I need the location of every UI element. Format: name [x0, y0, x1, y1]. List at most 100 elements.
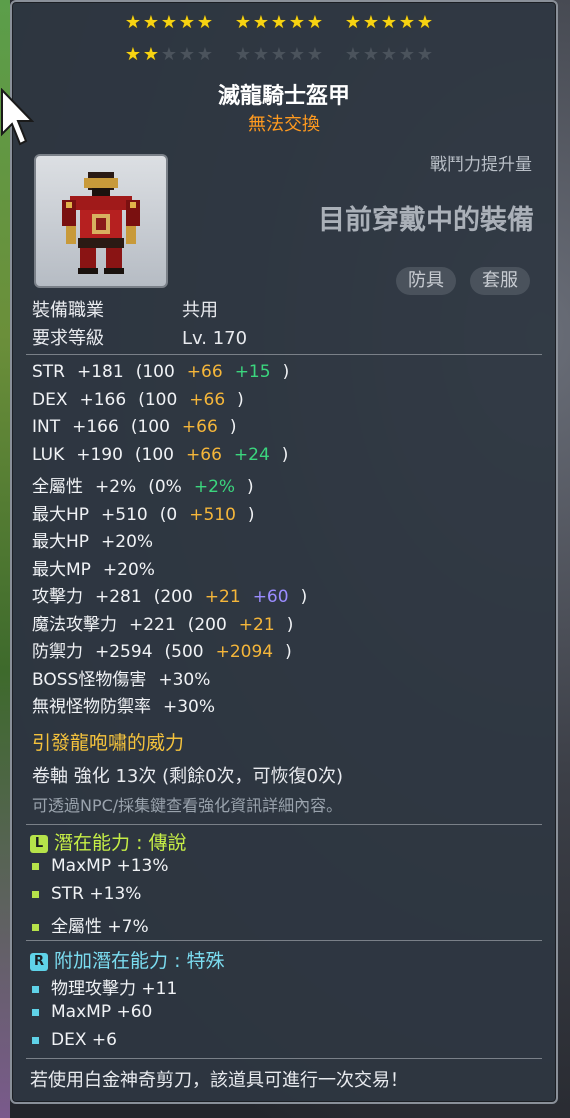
additional-grade: 特殊 [186, 950, 225, 972]
additional-potential-text: MaxMP +60 [51, 1002, 153, 1022]
star-group: ★ ★ ★ ★ ★ [344, 14, 434, 32]
stat-base: (200 [153, 587, 193, 607]
star-empty-icon: ★ [380, 44, 398, 65]
stat-total: +166 [79, 389, 127, 410]
stat-flame-bonus: +2094 [215, 642, 274, 662]
stat-row: INT +166 (100 +66) [32, 417, 236, 437]
star-group: ★ ★ ★ ★ ★ [124, 46, 214, 64]
star-empty-icon: ★ [178, 44, 196, 65]
additional-sep: : [174, 950, 181, 972]
stat-close: ) [300, 587, 308, 607]
stat-flame-bonus: +21 [238, 614, 275, 635]
combat-power-label: 戰鬥力提升量 [430, 155, 532, 175]
stat-base: (200 [187, 614, 227, 635]
divider [26, 940, 542, 941]
star-empty-icon: ★ [288, 44, 306, 65]
mouse-cursor-icon [1, 88, 34, 146]
stat-row: STR +181 (100 +66 +15) [32, 362, 289, 382]
scroll-hint: 可透過NPC/採集鍵查看強化資訊詳細內容。 [32, 796, 343, 815]
stat-name: LUK [32, 444, 65, 465]
stat-flame-bonus: +510 [189, 504, 236, 525]
star-filled-icon: ★ [416, 12, 434, 33]
stat-star-bonus: +2% [193, 477, 236, 497]
stat-total: +510 [101, 504, 148, 525]
game-background-edge [0, 0, 10, 1118]
stat-name: STR [32, 362, 65, 382]
stat-flame-bonus: +66 [186, 444, 222, 465]
additional-potential-line: MaxMP +60 [32, 1002, 152, 1022]
stat-row: BOSS怪物傷害 +30% [32, 665, 222, 690]
stat-total: +30% [163, 697, 216, 717]
job-label: 裝備職業 [32, 300, 104, 321]
bullet-icon [32, 890, 39, 898]
star-empty-icon: ★ [306, 44, 324, 65]
star-empty-icon: ★ [270, 44, 288, 65]
stat-name: 最大HP [32, 504, 90, 525]
stat-name: 最大MP [32, 559, 91, 580]
star-group: ★ ★ ★ ★ ★ [234, 14, 324, 32]
scissors-notice: 若使用白金神奇剪刀，該道具可進行一次交易！ [30, 1070, 408, 1091]
star-filled-icon: ★ [124, 12, 142, 33]
star-filled-icon: ★ [124, 44, 142, 65]
stat-name: 無視怪物防禦率 [32, 697, 151, 717]
star-empty-icon: ★ [362, 44, 380, 65]
star-empty-icon: ★ [416, 44, 434, 65]
stat-close: ) [247, 504, 255, 525]
star-filled-icon: ★ [344, 12, 362, 33]
stat-flame-bonus: +66 [186, 362, 223, 382]
stat-name: DEX [32, 389, 68, 410]
star-filled-icon: ★ [234, 12, 252, 33]
additional-title: 附加潛在能力 [54, 950, 169, 972]
stat-name: BOSS怪物傷害 [32, 669, 147, 690]
stat-name: 全屬性 [32, 477, 83, 497]
stat-total: +20% [101, 532, 154, 552]
stat-flame-bonus: +66 [189, 389, 226, 410]
starforce-row-1: ★ ★ ★ ★ ★ ★ ★ ★ ★ ★ ★ ★ ★ ★ ★ [124, 14, 434, 32]
additional-potential-header: R 附加潛在能力 : 特殊 [30, 946, 225, 973]
tag-set: 套服 [470, 267, 530, 295]
stat-total: +190 [76, 444, 123, 465]
stat-flame-bonus: +66 [181, 417, 218, 437]
bullet-icon [32, 862, 39, 870]
bullet-icon [32, 1008, 39, 1016]
trade-restriction: 無法交換 [248, 114, 320, 135]
star-filled-icon: ★ [252, 12, 270, 33]
item-icon [34, 154, 168, 288]
starforce-row-2: ★ ★ ★ ★ ★ ★ ★ ★ ★ ★ ★ ★ ★ ★ ★ [124, 46, 434, 64]
star-filled-icon: ★ [362, 12, 380, 33]
equipped-label: 目前穿戴中的裝備 [318, 205, 534, 236]
divider [26, 354, 542, 355]
star-filled-icon: ★ [160, 12, 178, 33]
star-filled-icon: ★ [306, 12, 324, 33]
additional-potential-text: 物理攻擊力 +11 [51, 979, 178, 999]
potential-sep: : [136, 832, 143, 854]
potential-line: STR +13% [32, 884, 141, 904]
star-filled-icon: ★ [142, 12, 160, 33]
stat-base: (100 [130, 417, 170, 437]
legendary-badge-icon: L [30, 834, 48, 853]
stat-total: +221 [129, 614, 176, 635]
star-group: ★ ★ ★ ★ ★ [344, 46, 434, 64]
stat-row: 最大HP +20% [32, 527, 165, 552]
tag-armor: 防具 [396, 267, 456, 295]
star-filled-icon: ★ [142, 44, 160, 65]
level-label: 要求等級 [32, 328, 104, 349]
stat-row: DEX +166 (100 +66) [32, 390, 244, 410]
stat-total: +20% [102, 559, 155, 580]
additional-potential-line: DEX +6 [32, 1030, 117, 1050]
stat-row: 無視怪物防禦率 +30% [32, 692, 227, 717]
potential-line: 全屬性 +7% [32, 912, 149, 937]
stat-name: 防禦力 [32, 642, 83, 662]
stat-row: 最大HP +510 (0 +510) [32, 500, 255, 525]
job-value: 共用 [182, 300, 218, 321]
star-group: ★ ★ ★ ★ ★ [234, 46, 324, 64]
star-empty-icon: ★ [344, 44, 362, 65]
level-row: 要求等級 Lv. 170 [32, 324, 247, 350]
stat-row: 攻擊力 +281 (200 +21 +60) [32, 582, 307, 607]
bullet-icon [32, 985, 39, 993]
stat-name: 最大HP [32, 532, 90, 552]
job-row: 裝備職業 共用 [32, 296, 218, 322]
stat-total: +2594 [95, 642, 153, 662]
star-empty-icon: ★ [398, 44, 416, 65]
stat-close: ) [237, 389, 244, 410]
